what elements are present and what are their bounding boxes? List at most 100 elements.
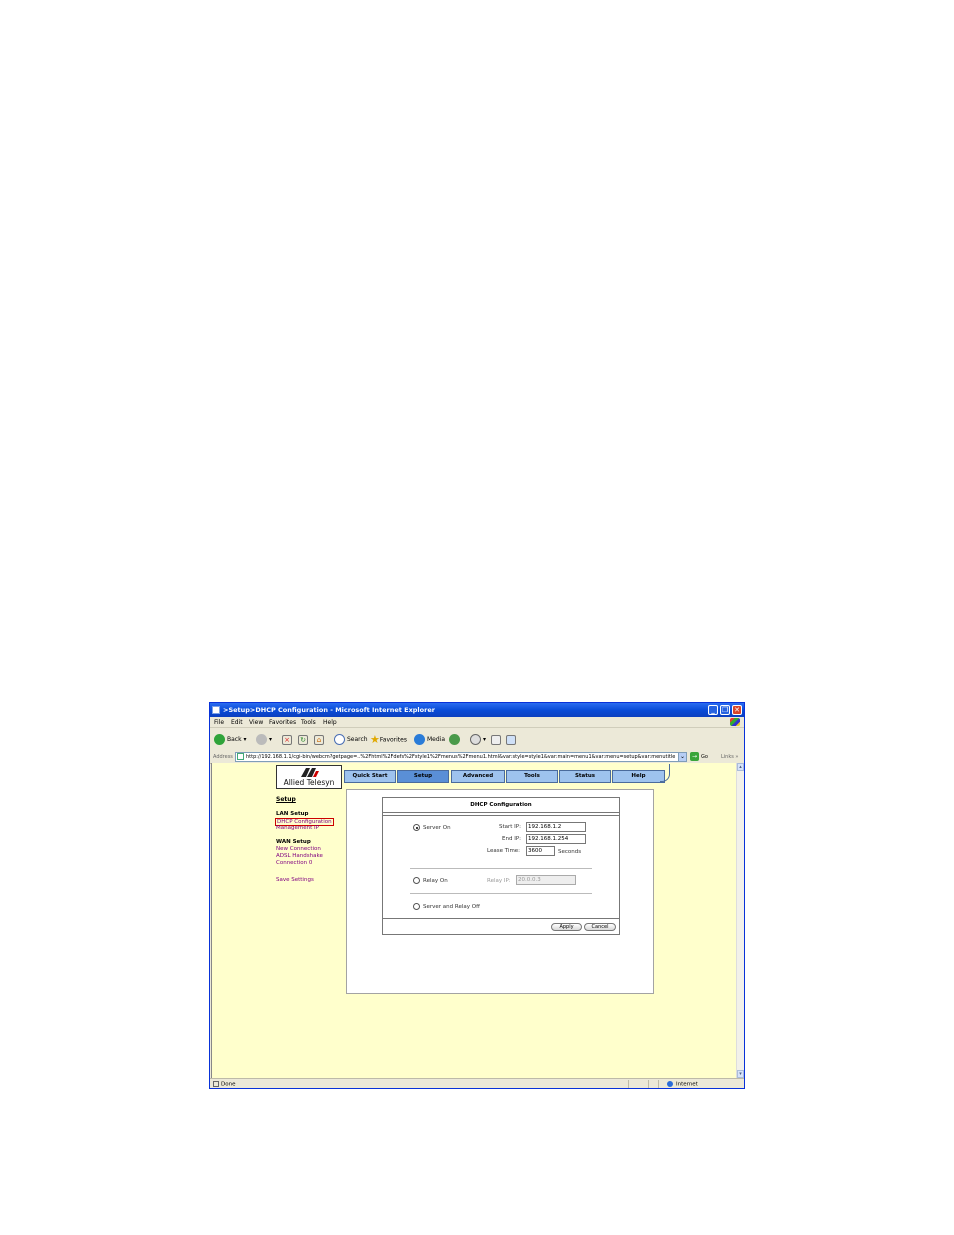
back-button[interactable]: Back ▾ xyxy=(214,733,247,747)
sidebar-item-new-connection[interactable]: New Connection xyxy=(276,846,321,852)
menu-help[interactable]: Help xyxy=(323,719,337,726)
menu-bar: File Edit View Favorites Tools Help xyxy=(210,717,744,728)
media-icon xyxy=(414,734,425,745)
relay-on-label: Relay On xyxy=(423,878,448,884)
sidebar-item-connection-0[interactable]: Connection 0 xyxy=(276,860,312,866)
sidebar-heading-lan: LAN Setup xyxy=(276,811,309,817)
address-input[interactable]: http://192.168.1.1/cgi-bin/webcm?getpage… xyxy=(235,752,687,762)
window-title: >Setup>DHCP Configuration - Microsoft In… xyxy=(223,706,435,714)
divider xyxy=(410,893,592,894)
menu-view[interactable]: View xyxy=(249,719,263,726)
nav-curve-decoration xyxy=(660,764,670,782)
start-ip-input[interactable]: 192.168.1.2 xyxy=(526,822,586,832)
server-on-radio[interactable] xyxy=(413,824,420,831)
links-button[interactable]: Links » xyxy=(721,754,739,760)
scroll-up-icon[interactable]: ▴ xyxy=(737,763,744,771)
sidebar-item-save-settings[interactable]: Save Settings xyxy=(276,877,314,883)
page-done-icon xyxy=(213,1081,219,1087)
status-separator xyxy=(658,1080,659,1088)
server-relay-off-radio[interactable] xyxy=(413,903,420,910)
menu-edit[interactable]: Edit xyxy=(231,719,243,726)
address-label: Address xyxy=(213,754,233,760)
sidebar-item-management-ip[interactable]: Management IP xyxy=(276,825,319,831)
ie-page-icon xyxy=(212,706,220,714)
end-ip-label: End IP: xyxy=(502,836,521,842)
menu-tools[interactable]: Tools xyxy=(301,719,316,726)
tab-tools[interactable]: Tools xyxy=(506,770,558,783)
tab-setup[interactable]: Setup xyxy=(397,770,449,783)
toolbar: Back ▾ ▾ × ↻ ⌂ Search ★Favorites Media ▾ xyxy=(210,728,744,752)
address-dropdown-icon[interactable]: ⌄ xyxy=(678,752,687,762)
mail-icon xyxy=(470,734,481,745)
tab-help[interactable]: Help xyxy=(612,770,665,783)
stop-icon: × xyxy=(282,734,292,745)
tab-quick-start[interactable]: Quick Start xyxy=(344,770,396,783)
address-url: http://192.168.1.1/cgi-bin/webcm?getpage… xyxy=(246,754,676,760)
star-icon: ★ xyxy=(370,733,380,746)
refresh-icon: ↻ xyxy=(298,734,308,745)
dhcp-configuration-form: DHCP Configuration Server On Start IP: 1… xyxy=(382,797,620,935)
main-panel: DHCP Configuration Server On Start IP: 1… xyxy=(346,789,654,994)
vertical-scrollbar[interactable]: ▴ ▾ xyxy=(736,763,744,1078)
maximize-button[interactable]: ❐ xyxy=(720,705,730,715)
search-button[interactable]: Search xyxy=(334,733,368,747)
seconds-label: Seconds xyxy=(558,849,582,855)
cancel-button[interactable]: Cancel xyxy=(584,923,616,931)
server-on-label: Server On xyxy=(423,825,451,831)
status-separator xyxy=(628,1080,629,1088)
sidebar-item-adsl-handshake[interactable]: ADSL Handshake xyxy=(276,853,323,859)
windows-logo-icon xyxy=(730,718,740,726)
sidebar-title: Setup xyxy=(276,796,296,803)
tab-status[interactable]: Status xyxy=(559,770,611,783)
apply-button[interactable]: Apply xyxy=(551,923,582,931)
history-button[interactable] xyxy=(449,733,462,747)
scroll-down-icon[interactable]: ▾ xyxy=(737,1070,744,1078)
print-icon xyxy=(491,734,501,745)
browser-window: >Setup>DHCP Configuration - Microsoft In… xyxy=(209,702,745,1089)
form-title-divider xyxy=(383,813,619,816)
back-arrow-icon xyxy=(214,734,225,745)
minimize-button[interactable]: _ xyxy=(708,705,718,715)
status-zone: Internet xyxy=(667,1081,698,1088)
search-icon xyxy=(334,734,345,745)
form-title: DHCP Configuration xyxy=(383,798,619,813)
status-bar: Done Internet xyxy=(210,1078,744,1088)
title-bar: >Setup>DHCP Configuration - Microsoft In… xyxy=(210,703,744,717)
stop-button[interactable]: × xyxy=(282,733,292,747)
status-separator xyxy=(648,1080,649,1088)
media-button[interactable]: Media xyxy=(414,733,445,747)
globe-icon xyxy=(667,1081,673,1087)
menu-favorites[interactable]: Favorites xyxy=(269,719,296,726)
go-button[interactable]: → Go xyxy=(690,752,708,762)
relay-ip-label: Relay IP: xyxy=(487,878,511,884)
server-relay-off-label: Server and Relay Off xyxy=(423,904,480,910)
logo-brand-text: Allied Telesyn xyxy=(283,778,335,787)
page-content: Allied Telesyn Quick Start Setup Advance… xyxy=(211,763,737,1078)
lease-time-label: Lease Time: xyxy=(487,848,521,854)
mail-button[interactable]: ▾ xyxy=(470,733,486,747)
relay-ip-input[interactable]: 20.0.0.3 xyxy=(516,875,576,885)
relay-on-radio[interactable] xyxy=(413,877,420,884)
main-nav: Quick Start Setup Advanced Tools Status … xyxy=(344,770,666,783)
close-button[interactable]: ✕ xyxy=(732,705,742,715)
print-button[interactable] xyxy=(491,733,501,747)
page-icon xyxy=(237,753,244,760)
history-icon xyxy=(449,734,460,745)
tab-advanced[interactable]: Advanced xyxy=(451,770,505,783)
divider xyxy=(410,868,592,869)
allied-telesyn-logo: Allied Telesyn xyxy=(276,765,342,789)
edit-icon xyxy=(506,734,516,745)
go-arrow-icon: → xyxy=(690,752,699,761)
logo-mark-icon xyxy=(301,768,319,777)
edit-button[interactable] xyxy=(506,733,516,747)
lease-time-input[interactable]: 3600 xyxy=(526,846,555,856)
start-ip-label: Start IP: xyxy=(499,824,521,830)
forward-button[interactable]: ▾ xyxy=(256,733,272,747)
forward-arrow-icon xyxy=(256,734,267,745)
menu-file[interactable]: File xyxy=(214,719,224,726)
end-ip-input[interactable]: 192.168.1.254 xyxy=(526,834,586,844)
home-button[interactable]: ⌂ xyxy=(314,733,324,747)
favorites-button[interactable]: ★Favorites xyxy=(370,733,407,747)
refresh-button[interactable]: ↻ xyxy=(298,733,308,747)
home-icon: ⌂ xyxy=(314,734,324,745)
